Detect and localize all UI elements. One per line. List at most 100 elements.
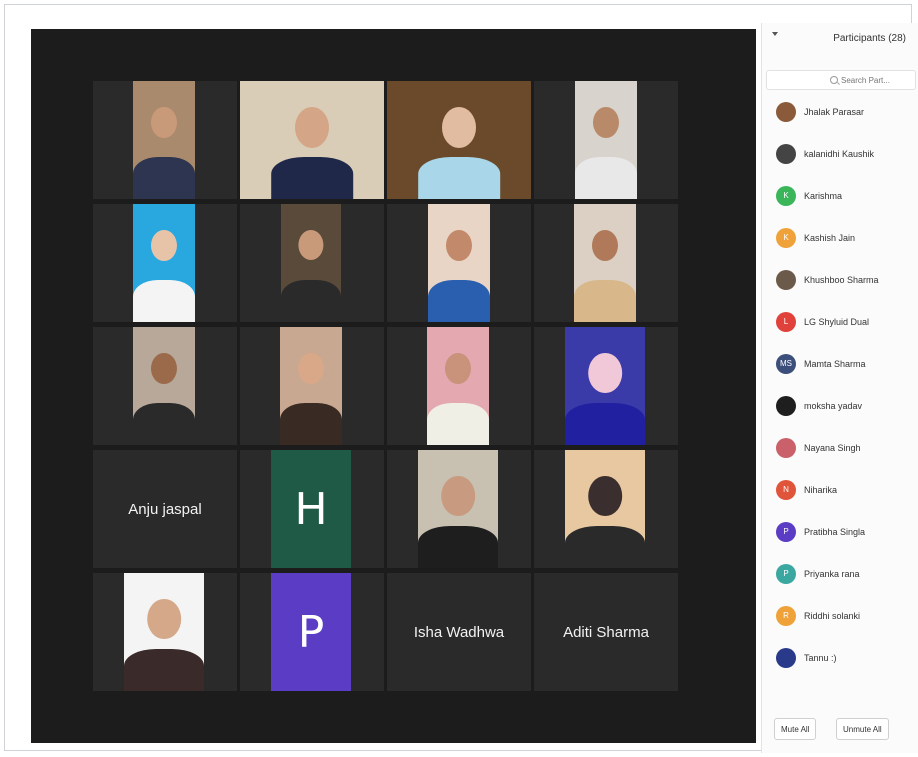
participant-search[interactable]	[766, 70, 916, 90]
participant-video-tile[interactable]: Aditi Sharma	[534, 573, 678, 691]
participant-name: moksha yadav	[804, 401, 863, 411]
participant-avatar-icon: R	[776, 606, 796, 626]
participant-video-tile[interactable]	[534, 204, 678, 322]
participant-video-tile[interactable]	[240, 81, 384, 199]
participant-video-tile[interactable]	[534, 81, 678, 199]
participant-name: Jhalak Parasar	[804, 107, 865, 117]
participant-name: Karishma	[804, 191, 843, 201]
chevron-down-icon[interactable]	[772, 32, 778, 36]
participant-video-feed	[240, 81, 384, 199]
participant-avatar-icon	[776, 438, 796, 458]
participant-head	[147, 599, 181, 640]
participant-body	[428, 280, 490, 322]
participant-head	[441, 476, 475, 517]
participant-body	[575, 157, 637, 199]
participant-video-feed	[280, 327, 342, 445]
participant-list-item[interactable]: P Pratibha Singla	[762, 513, 918, 553]
participant-list-item[interactable]: moksha yadav	[762, 387, 918, 427]
participant-list-item[interactable]: Tannu :)	[762, 639, 918, 679]
participant-list-item[interactable]: L LG Shyluid Dual	[762, 303, 918, 343]
participant-video-feed	[133, 327, 195, 445]
participant-body	[281, 280, 341, 322]
participant-video-tile[interactable]	[534, 450, 678, 568]
participants-header: Participants (28)	[762, 23, 918, 53]
participant-head	[295, 107, 329, 148]
unmute-all-button[interactable]: Unmute All	[836, 718, 889, 740]
participant-body	[574, 280, 636, 322]
participant-list-item[interactable]: MS Mamta Sharma	[762, 345, 918, 385]
participant-avatar-icon: N	[776, 480, 796, 500]
participant-video-tile[interactable]	[387, 327, 531, 445]
participant-body	[133, 157, 195, 199]
participant-list-item[interactable]: Nayana Singh	[762, 429, 918, 469]
meeting-window: Anju jaspal H P Isha Wadhwa Aditi Sharma Par…	[4, 4, 918, 753]
participant-video-tile[interactable]	[387, 450, 531, 568]
participant-body	[418, 526, 498, 568]
participant-body	[271, 157, 353, 199]
participant-avatar-icon: P	[776, 522, 796, 542]
participant-list-item[interactable]: Jhalak Parasar	[762, 93, 918, 133]
participant-video-tile[interactable]: Anju jaspal	[93, 450, 237, 568]
participant-video-feed	[574, 204, 636, 322]
participant-video-tile[interactable]	[93, 573, 237, 691]
participant-video-feed	[124, 573, 204, 691]
participant-video-tile[interactable]	[240, 327, 384, 445]
participant-name: Nayana Singh	[804, 443, 861, 453]
participant-avatar-icon: MS	[776, 354, 796, 374]
participant-avatar: H	[271, 450, 351, 568]
participant-video-tile[interactable]: H	[240, 450, 384, 568]
participant-video-tile[interactable]	[387, 81, 531, 199]
participant-list-item[interactable]: P Priyanka rana	[762, 555, 918, 595]
participant-name: Pratibha Singla	[804, 527, 866, 537]
participant-name: LG Shyluid Dual	[804, 317, 870, 327]
participant-name: Tannu :)	[804, 653, 837, 663]
participant-name: Mamta Sharma	[804, 359, 866, 369]
participant-head	[444, 353, 472, 385]
participant-list-item[interactable]: R Riddhi solanki	[762, 597, 918, 637]
participant-video-tile[interactable]: Isha Wadhwa	[387, 573, 531, 691]
participant-avatar: P	[271, 573, 351, 691]
participant-list-item[interactable]: Khushboo Sharma	[762, 261, 918, 301]
participant-head	[592, 107, 620, 139]
participants-title: Participants (28)	[833, 33, 906, 44]
participant-list-item[interactable]: K Karishma	[762, 177, 918, 217]
participant-avatar-icon	[776, 144, 796, 164]
participant-video-feed	[418, 450, 498, 568]
participant-head	[150, 230, 178, 262]
participant-video-tile[interactable]	[93, 81, 237, 199]
participant-list-item[interactable]: K Kashish Jain	[762, 219, 918, 259]
participant-video-tile[interactable]	[93, 204, 237, 322]
participant-video-tile[interactable]	[93, 327, 237, 445]
participant-body	[280, 403, 342, 445]
participants-panel: Participants (28) Jhalak Parasar kalanidh…	[761, 23, 918, 753]
participant-name: Riddhi solanki	[804, 611, 861, 621]
participant-body	[565, 403, 645, 445]
participant-video-feed	[387, 81, 531, 199]
participant-avatar-icon: L	[776, 312, 796, 332]
search-input[interactable]	[841, 74, 911, 86]
participant-video-feed	[565, 450, 645, 568]
participant-video-feed	[281, 204, 341, 322]
participant-name: kalanidhi Kaushik	[804, 149, 875, 159]
mute-all-button[interactable]: Mute All	[774, 718, 817, 740]
participant-body	[418, 157, 500, 199]
participant-name: Khushboo Sharma	[804, 275, 879, 285]
participant-name: Priyanka rana	[804, 569, 860, 579]
participant-video-feed	[428, 204, 490, 322]
participant-video-tile[interactable]: P	[240, 573, 384, 691]
participant-body	[427, 403, 489, 445]
participant-video-tile[interactable]	[387, 204, 531, 322]
participant-list-item[interactable]: kalanidhi Kaushik	[762, 135, 918, 175]
participant-video-tile[interactable]	[534, 327, 678, 445]
participant-avatar-icon: K	[776, 228, 796, 248]
participant-head	[445, 230, 473, 262]
participant-head	[588, 353, 622, 394]
participant-avatar-icon	[776, 648, 796, 668]
participant-body	[565, 526, 645, 568]
participant-name: Kashish Jain	[804, 233, 856, 243]
participant-list-item[interactable]: N Niharika	[762, 471, 918, 511]
participant-head	[297, 353, 325, 385]
participant-video-tile[interactable]	[240, 204, 384, 322]
participant-avatar-icon: P	[776, 564, 796, 584]
participant-avatar-icon: K	[776, 186, 796, 206]
